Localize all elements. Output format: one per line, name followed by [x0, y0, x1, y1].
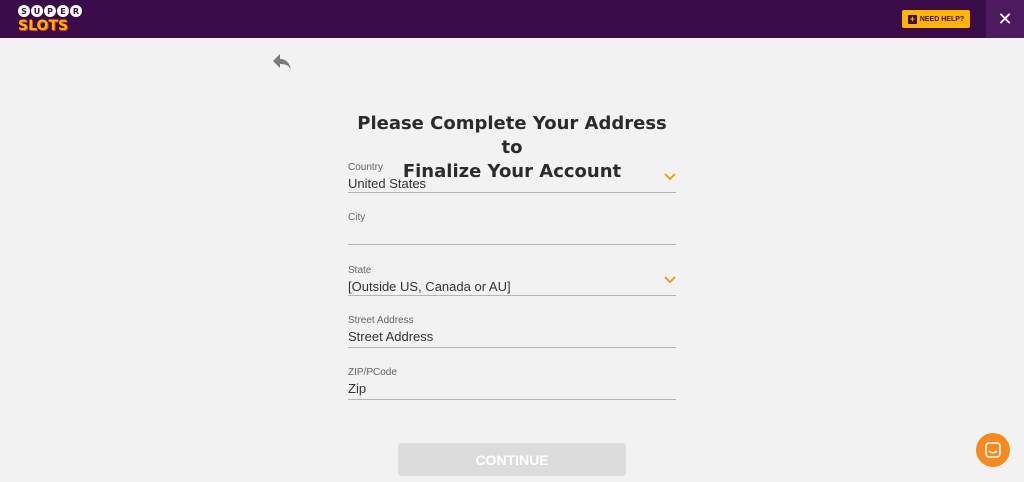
zip-placeholder: Zip — [348, 381, 367, 396]
continue-button[interactable]: CONTINUE — [398, 443, 626, 476]
chevron-down-icon — [664, 173, 676, 181]
state-value: [Outside US, Canada or AU] — [348, 279, 511, 294]
logo-super: S U P E R — [18, 5, 82, 17]
country-value: United States — [348, 176, 427, 191]
street-address-placeholder: Street Address — [348, 329, 434, 344]
zip-field[interactable]: ZIP/PCode Zip — [348, 367, 676, 400]
close-icon: ✕ — [997, 8, 1013, 29]
city-field[interactable]: City — [348, 212, 676, 245]
state-select[interactable]: State [Outside US, Canada or AU] — [348, 265, 676, 296]
city-label: City — [348, 212, 366, 223]
chat-button[interactable] — [976, 433, 1010, 467]
close-button[interactable]: ✕ — [986, 0, 1024, 38]
logo-slots: SLOTS — [18, 18, 69, 34]
country-select[interactable]: Country United States — [348, 162, 676, 193]
street-address-label: Street Address — [348, 315, 414, 326]
country-label: Country — [348, 162, 384, 173]
street-address-field[interactable]: Street Address Street Address — [348, 315, 676, 348]
need-help-label: NEED HELP? — [919, 15, 965, 23]
super-slots-logo[interactable]: S U P E R SLOTS — [18, 5, 82, 34]
state-label: State — [348, 265, 372, 276]
zip-label: ZIP/PCode — [348, 367, 397, 378]
need-help-button[interactable]: + NEED HELP? — [902, 10, 970, 28]
chevron-down-icon — [664, 276, 676, 284]
chat-icon — [985, 442, 1001, 458]
back-arrow-icon[interactable] — [271, 52, 293, 72]
plus-icon: + — [907, 13, 917, 24]
top-bar: S U P E R SLOTS + NEED HELP? ✕ — [0, 0, 1024, 38]
